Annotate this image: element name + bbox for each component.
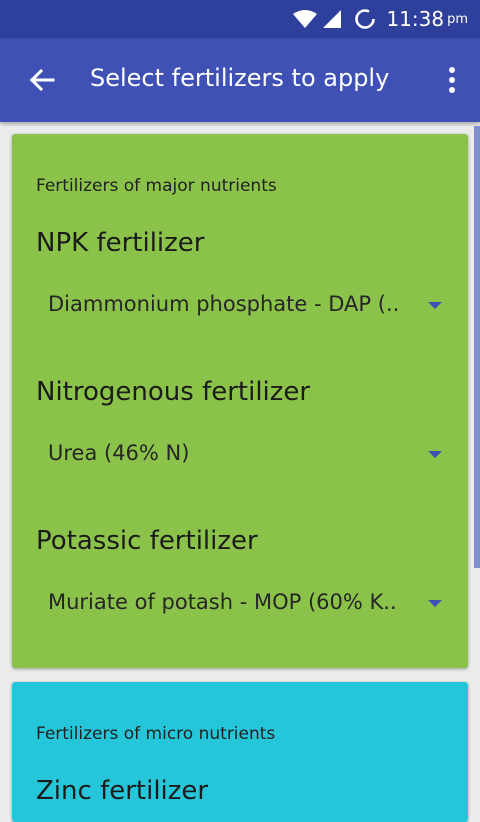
dropdown-arrow-icon: [428, 451, 442, 458]
npk-selected-value: Diammonium phosphate - DAP (..: [48, 292, 400, 316]
page-title: Select fertilizers to apply: [90, 64, 390, 92]
sync-icon: [354, 8, 376, 30]
micro-nutrients-heading: Fertilizers of micro nutrients: [36, 724, 276, 744]
potassic-selected-value: Muriate of potash - MOP (60% K..: [48, 590, 397, 614]
npk-fertilizer-dropdown[interactable]: Diammonium phosphate - DAP (..: [36, 282, 446, 330]
dropdown-arrow-icon: [428, 302, 442, 309]
potassic-fertilizer-dropdown[interactable]: Muriate of potash - MOP (60% K..: [36, 580, 446, 628]
app-bar: Select fertilizers to apply: [0, 38, 480, 122]
zinc-fertilizer-title: Zinc fertilizer: [36, 776, 209, 806]
more-vert-icon[interactable]: [444, 66, 460, 94]
major-nutrients-heading: Fertilizers of major nutrients: [36, 176, 277, 196]
wifi-icon: [292, 9, 318, 29]
status-clock: 11:38: [386, 7, 445, 31]
potassic-fertilizer-title: Potassic fertilizer: [36, 526, 258, 556]
nitrogenous-selected-value: Urea (46% N): [48, 441, 190, 465]
nitrogenous-fertilizer-title: Nitrogenous fertilizer: [36, 377, 311, 407]
status-icons: 11:38 pm: [292, 0, 468, 38]
major-nutrients-card: Fertilizers of major nutrients NPK ferti…: [12, 134, 468, 668]
nitrogenous-fertilizer-dropdown[interactable]: Urea (46% N): [36, 431, 446, 479]
status-clock-ampm: pm: [447, 11, 468, 27]
scroll-indicator[interactable]: [474, 126, 480, 568]
arrow-back-icon[interactable]: [28, 66, 56, 94]
npk-fertilizer-title: NPK fertilizer: [36, 228, 205, 258]
dropdown-arrow-icon: [428, 600, 442, 607]
cell-signal-icon: [322, 9, 342, 29]
status-bar: 11:38 pm: [0, 0, 480, 38]
micro-nutrients-card: Fertilizers of micro nutrients Zinc fert…: [12, 682, 468, 822]
